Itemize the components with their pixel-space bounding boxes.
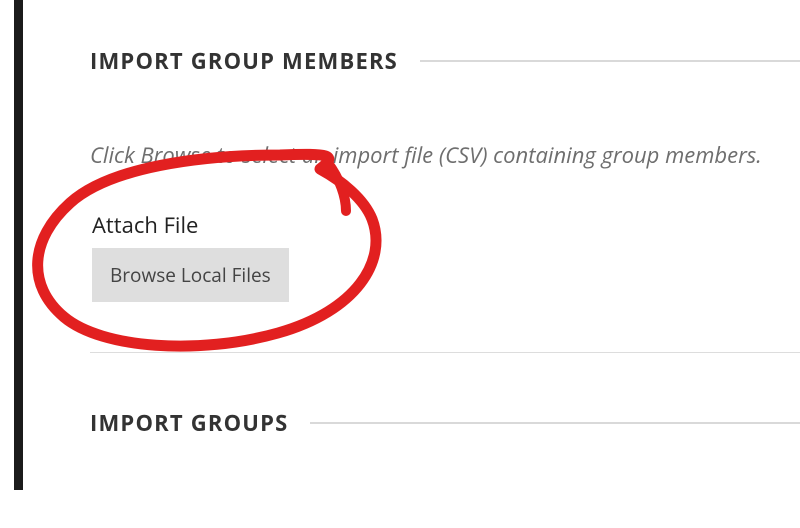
attach-file-label: Attach File	[92, 210, 800, 240]
section-title-import-members: IMPORT GROUP MEMBERS	[90, 46, 398, 76]
section-rule	[310, 422, 800, 424]
import-members-instruction: Click Browse to select an import file (C…	[90, 140, 800, 170]
section-divider	[90, 352, 800, 353]
main-content: IMPORT GROUP MEMBERS Click Browse to sel…	[90, 0, 800, 438]
section-rule	[420, 60, 800, 62]
section-title-import-groups: IMPORT GROUPS	[90, 408, 288, 438]
section-header-import-members: IMPORT GROUP MEMBERS	[90, 46, 800, 76]
left-accent-bar	[14, 0, 23, 490]
attach-file-block: Attach File Browse Local Files	[92, 210, 800, 302]
section-header-import-groups: IMPORT GROUPS	[90, 408, 800, 438]
browse-local-files-button[interactable]: Browse Local Files	[92, 248, 289, 302]
